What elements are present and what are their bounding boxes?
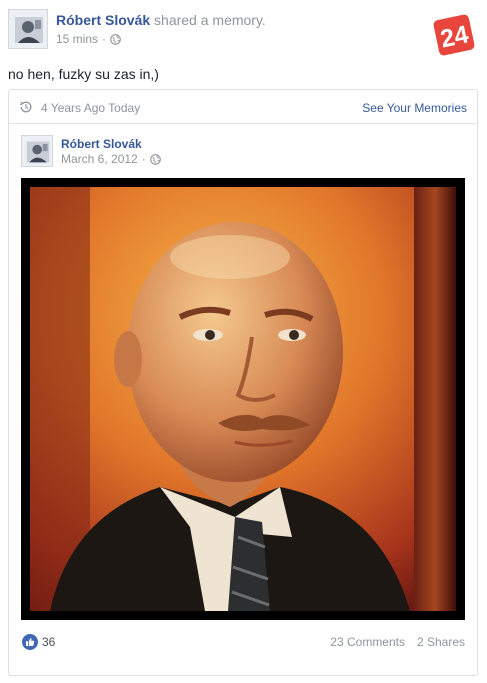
- author-line: Róbert Slovák shared a memory.: [56, 11, 266, 29]
- original-post-text: Róbert Slovák March 6, 2012 ·: [61, 136, 161, 167]
- post-header: Róbert Slovák shared a memory. 15 mins ·: [8, 9, 478, 51]
- logo-text: 24: [438, 20, 471, 53]
- original-post-date[interactable]: March 6, 2012: [61, 152, 138, 167]
- portrait-photo: [30, 187, 456, 611]
- meta-separator: ·: [102, 32, 107, 46]
- globe-icon[interactable]: [149, 154, 161, 165]
- shares-count-link[interactable]: 2 Shares: [417, 635, 465, 649]
- original-author-name-link[interactable]: Róbert Slovák: [61, 136, 161, 152]
- comments-count-link[interactable]: 23 Comments: [330, 635, 405, 649]
- meta-separator: ·: [141, 152, 146, 166]
- memory-card: 4 Years Ago Today See Your Memories Róbe…: [8, 89, 478, 676]
- like-thumb-icon[interactable]: [22, 634, 38, 650]
- memory-ago-label: 4 Years Ago Today: [41, 101, 141, 115]
- memory-photo[interactable]: [21, 178, 465, 620]
- post-timestamp[interactable]: 15 mins: [56, 32, 98, 46]
- globe-icon[interactable]: [110, 33, 121, 45]
- post-meta: 15 mins ·: [56, 32, 266, 46]
- author-avatar[interactable]: [8, 9, 48, 49]
- like-count[interactable]: 36: [42, 635, 55, 649]
- post-message: no hen, fuzky su zas in,): [8, 66, 159, 82]
- news-24-logo: 24: [431, 12, 477, 58]
- original-author-avatar[interactable]: [21, 135, 53, 167]
- author-name-link[interactable]: Róbert Slovák: [56, 12, 150, 28]
- post-action-text: shared a memory.: [154, 12, 266, 28]
- post-footer: 36 23 Comments 2 Shares: [9, 630, 477, 654]
- history-clock-icon: [19, 100, 33, 114]
- see-your-memories-link[interactable]: See Your Memories: [362, 101, 467, 115]
- memory-banner: 4 Years Ago Today See Your Memories: [9, 90, 477, 124]
- original-post-meta: March 6, 2012 ·: [61, 152, 161, 167]
- header-text: Róbert Slovák shared a memory. 15 mins ·: [56, 11, 266, 46]
